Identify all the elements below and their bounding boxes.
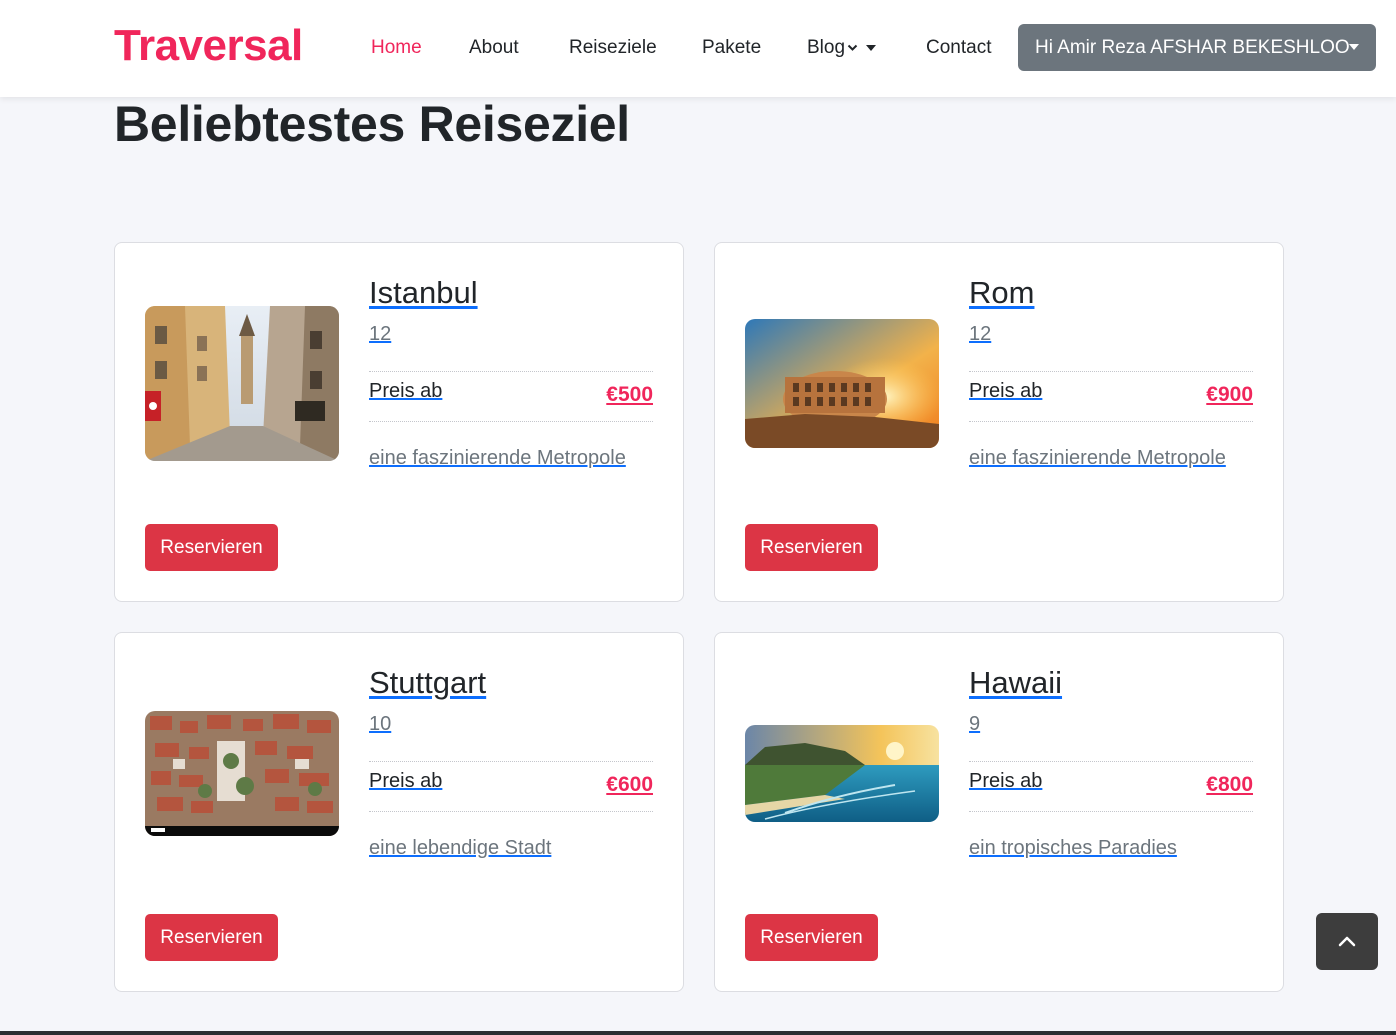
card-title[interactable]: Rom (969, 273, 1034, 313)
divider (969, 761, 1253, 762)
price-value[interactable]: €900 (1206, 383, 1253, 407)
page-title: Beliebtestes Reiseziel (114, 96, 630, 152)
divider (969, 371, 1253, 372)
brand-logo[interactable]: Traversal (114, 20, 303, 72)
scroll-top-button[interactable] (1316, 913, 1378, 970)
reserve-button[interactable]: Reservieren (145, 914, 278, 961)
chevron-down-icon (847, 44, 858, 51)
card-description[interactable]: eine faszinierende Metropole (969, 447, 1226, 470)
divider (369, 371, 653, 372)
nav-blog-label: Blog (807, 37, 846, 58)
card-count[interactable]: 9 (969, 713, 980, 736)
reserve-button[interactable]: Reservieren (145, 524, 278, 571)
destination-card: Stuttgart 10 Preis ab €600 eine lebendig… (114, 632, 684, 992)
card-description[interactable]: ein tropisches Paradies (969, 837, 1177, 860)
reserve-button[interactable]: Reservieren (745, 524, 878, 571)
divider (369, 761, 653, 762)
card-title[interactable]: Stuttgart (369, 663, 486, 703)
card-count[interactable]: 12 (369, 323, 391, 346)
nav-about[interactable]: About (469, 36, 519, 60)
dropdown-caret-icon (866, 44, 877, 51)
card-description[interactable]: eine faszinierende Metropole (369, 447, 626, 470)
user-menu-label: Hi Amir Reza AFSHAR BEKESHLOO (1035, 37, 1350, 58)
card-count[interactable]: 12 (969, 323, 991, 346)
destination-card: Hawaii 9 Preis ab €800 ein tropisches Pa… (714, 632, 1284, 992)
divider (369, 421, 653, 422)
hawaii-coast-photo (745, 725, 939, 822)
destination-card: Rom 12 Preis ab €900 eine faszinierende … (714, 242, 1284, 602)
nav-blog-dropdown[interactable]: Blog (807, 36, 877, 60)
price-label[interactable]: Preis ab (969, 770, 1042, 793)
top-navbar: Traversal Home About Reiseziele Pakete B… (0, 0, 1396, 97)
nav-destinations[interactable]: Reiseziele (569, 36, 657, 60)
card-title[interactable]: Istanbul (369, 273, 478, 313)
footer-edge (0, 1031, 1396, 1035)
price-label[interactable]: Preis ab (969, 380, 1042, 403)
istanbul-street-photo (145, 306, 339, 461)
card-description[interactable]: eine lebendige Stadt (369, 837, 551, 860)
price-label[interactable]: Preis ab (369, 380, 442, 403)
colosseum-sunset-photo (745, 319, 939, 448)
card-title[interactable]: Hawaii (969, 663, 1062, 703)
divider (369, 811, 653, 812)
price-value[interactable]: €800 (1206, 773, 1253, 797)
card-count[interactable]: 10 (369, 713, 391, 736)
nav-home[interactable]: Home (371, 36, 422, 60)
price-value[interactable]: €600 (606, 773, 653, 797)
reserve-button[interactable]: Reservieren (745, 914, 878, 961)
dropdown-caret-icon (1349, 44, 1359, 50)
divider (969, 811, 1253, 812)
nav-contact[interactable]: Contact (926, 36, 991, 60)
stuttgart-rooftops-photo (145, 711, 339, 836)
price-label[interactable]: Preis ab (369, 770, 442, 793)
price-value[interactable]: €500 (606, 383, 653, 407)
user-menu-button[interactable]: Hi Amir Reza AFSHAR BEKESHLOO (1018, 24, 1376, 71)
nav-packages[interactable]: Pakete (702, 36, 761, 60)
divider (969, 421, 1253, 422)
destination-card: Istanbul 12 Preis ab €500 eine faszinier… (114, 242, 684, 602)
chevron-up-icon (1338, 936, 1356, 947)
